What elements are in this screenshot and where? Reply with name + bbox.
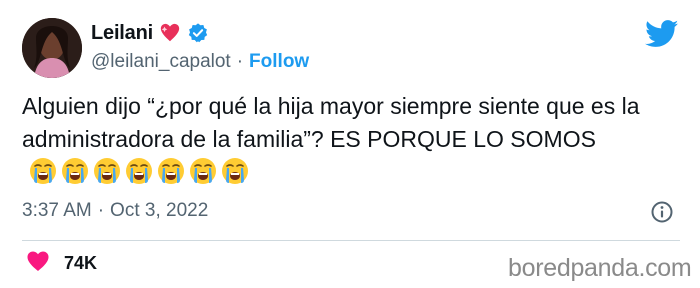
separator-dot: · xyxy=(236,51,244,72)
author-handle[interactable]: @leilani_capalot xyxy=(91,51,231,73)
avatar[interactable] xyxy=(22,18,82,78)
watermark: boredpanda.com xyxy=(508,254,692,282)
loudly-crying-face-emoji xyxy=(28,156,58,186)
divider xyxy=(22,240,680,241)
tweet-time[interactable]: 3:37 AM xyxy=(22,200,92,222)
tweet-text: Alguien dijo “¿por qué la hija mayor sie… xyxy=(22,90,682,189)
tweet-date[interactable]: Oct 3, 2022 xyxy=(110,200,208,222)
loudly-crying-face-emoji xyxy=(220,156,250,186)
separator-dot: · xyxy=(97,200,105,221)
tweet-body: Alguien dijo “¿por qué la hija mayor sie… xyxy=(22,93,640,152)
sparkling-heart-icon xyxy=(159,22,181,44)
loudly-crying-face-emoji xyxy=(60,156,90,186)
loudly-crying-face-emoji xyxy=(92,156,122,186)
likes-count[interactable]: 74K xyxy=(64,253,97,274)
author-name[interactable]: Leilani xyxy=(91,22,153,45)
follow-button[interactable]: Follow xyxy=(249,51,309,73)
like-heart-icon[interactable] xyxy=(26,250,50,277)
loudly-crying-face-emoji xyxy=(124,156,154,186)
emoji-row xyxy=(28,156,250,186)
verified-badge-icon xyxy=(187,22,209,44)
loudly-crying-face-emoji xyxy=(156,156,186,186)
info-icon[interactable] xyxy=(650,200,674,224)
loudly-crying-face-emoji xyxy=(188,156,218,186)
twitter-bird-icon[interactable] xyxy=(645,20,679,48)
